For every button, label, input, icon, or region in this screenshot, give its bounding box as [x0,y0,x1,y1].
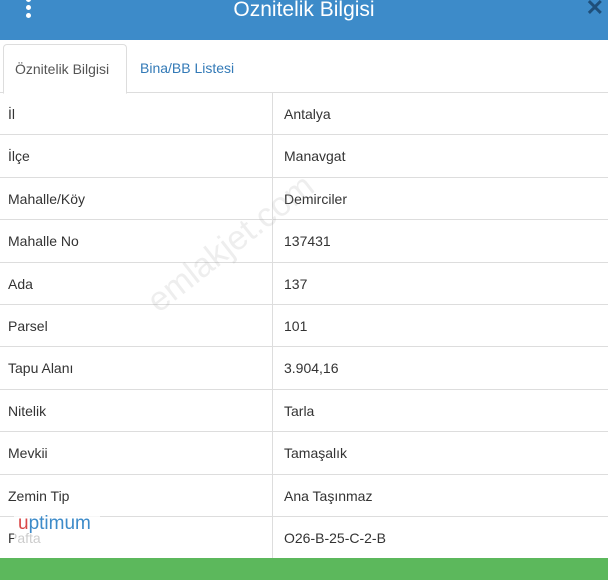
column-divider [272,347,273,389]
row-label: Ada [8,275,33,292]
column-divider [272,93,273,135]
table-row: Mahalle No 137431 [0,220,608,263]
column-divider [272,516,273,560]
tab-bar: Öznitelik Bilgisi Bina/BB Listesi [0,40,608,94]
row-label: Tapu Alanı [8,360,74,377]
tab-oznitelik-bilgisi[interactable]: Öznitelik Bilgisi [3,44,127,94]
row-value: 3.904,16 [284,360,339,377]
table-row: Tapu Alanı 3.904,16 [0,347,608,390]
row-value: 101 [284,317,308,334]
column-divider [272,135,273,177]
column-divider [272,389,273,432]
table-row: Nitelik Tarla [0,389,608,433]
footer-bar [0,558,608,580]
logo-rest: ptimum [28,513,91,534]
row-label: Nitelik [8,402,47,419]
table-row: Mahalle/Köy Demirciler [0,177,608,221]
row-value: Antalya [284,106,331,122]
table-row: Parsel 101 [0,304,608,348]
logo-first-letter: u [18,513,29,534]
row-value: O26-B-25-C-2-B [284,529,386,546]
table-row: Mevkii Tamaşalık [0,432,608,475]
row-value: Demirciler [284,190,347,207]
row-value: Tarla [284,402,315,419]
row-label: İl [8,106,15,122]
row-value: 137 [284,275,308,292]
close-icon[interactable]: ✕ [586,0,604,22]
table-row: İl Antalya [0,93,608,136]
tab-bina-bb-listesi[interactable]: Bina/BB Listesi [128,44,246,94]
row-value: Manavgat [284,148,346,165]
table-row: İlçe Manavgat [0,135,608,178]
row-value: Ana Taşınmaz [284,487,373,504]
row-label: Mahalle No [8,233,79,250]
row-label: Mahalle/Köy [8,190,86,207]
column-divider [272,304,273,347]
column-divider [272,432,273,474]
column-divider [272,220,273,262]
row-label: İlçe [8,148,30,165]
column-divider [272,474,273,516]
attribute-table: İl Antalya İlçe Manavgat Mahalle/Köy Dem… [0,93,608,560]
column-divider [272,177,273,220]
row-label: Mevkii [8,445,48,462]
table-row: Ada 137 [0,262,608,305]
dialog-header: Öznitelik Bilgisi ✕ [0,0,608,40]
column-divider [272,262,273,304]
row-label: Parsel [8,317,48,334]
row-value: Tamaşalık [284,445,348,462]
dialog-title: Öznitelik Bilgisi [233,0,375,21]
row-value: 137431 [284,233,331,250]
uptimum-logo: uptimum [18,513,91,535]
